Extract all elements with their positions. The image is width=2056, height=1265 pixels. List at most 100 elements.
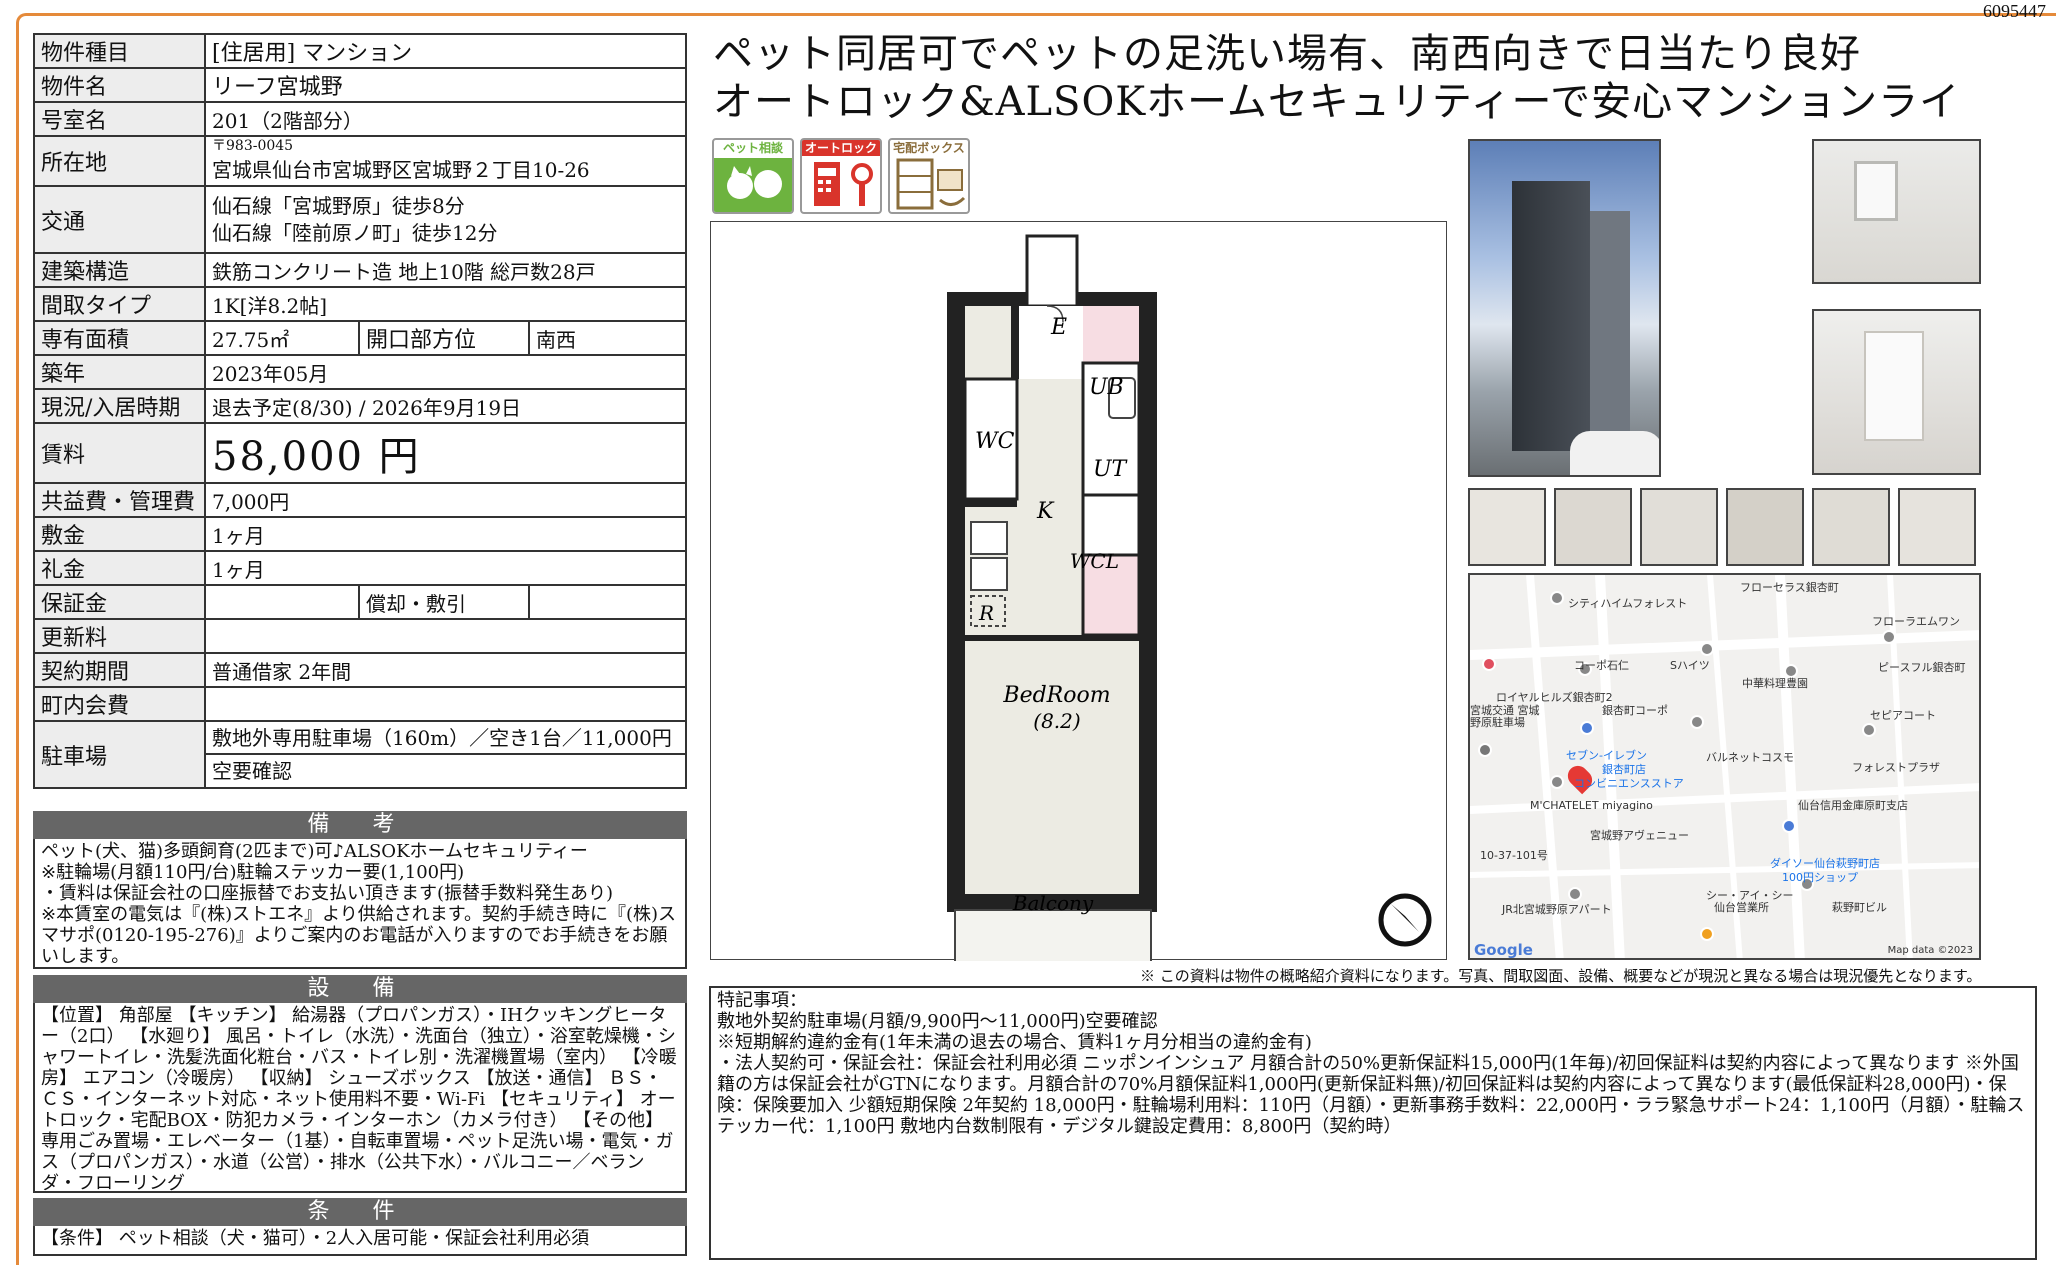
postal-code: 〒983-0045: [212, 138, 294, 154]
pet-icon: ペット相談: [712, 138, 794, 214]
north-compass-icon: [1378, 893, 1432, 947]
area-label: 専有面積: [33, 320, 206, 356]
guarantee-label: 保証金: [33, 584, 206, 620]
room-value: 201（2階部分）: [204, 101, 687, 137]
special-notes: 特記事項： 敷地外契約駐車場(月額/9,900円～11,000円)空要確認 ※短…: [709, 986, 2037, 1260]
amortization-label: 償却・敷引: [358, 584, 530, 620]
map-label: 銀杏町コーポ: [1602, 704, 1668, 717]
map-label: セピアコート: [1870, 709, 1936, 722]
renewal-label: 更新料: [33, 618, 206, 654]
map-label: コーポ石仁: [1574, 659, 1629, 672]
type-label: 物件種目: [33, 33, 206, 69]
disclaimer: ※ この資料は物件の概略紹介資料になります。写真、間取図面、設備、概要などが現況…: [1140, 967, 1982, 985]
layout-label: 間取タイプ: [33, 286, 206, 322]
status-label: 現況/入居時期: [33, 388, 206, 424]
map-label: M'CHATELET miyagino: [1530, 799, 1653, 812]
map-label: 宮城野アヴェニュー: [1590, 829, 1689, 842]
floor-plan: E WC UB UT K R WCL BedRoom (8.2) Balcony: [710, 221, 1447, 961]
type-value: [住居用] マンション: [204, 33, 687, 69]
delivery-box-icon-label: 宅配ボックス: [893, 141, 965, 155]
parking-line-1: 敷地外専用駐車場（160m）／空き1台／11,000円: [207, 723, 684, 755]
plan-label-wcl: WCL: [1070, 549, 1119, 573]
map-label: 10-37-101号: [1480, 849, 1548, 862]
headline: ペット同居可でペットの足洗い場有、南西向きで日当たり良好 オートロック&ALSO…: [713, 30, 2043, 126]
contract-label: 契約期間: [33, 652, 206, 688]
area-value: 27.75㎡: [204, 320, 360, 356]
map-label: 100円ショップ: [1782, 871, 1858, 884]
plan-label-bedroom: BedRoom: [1002, 683, 1110, 708]
thumbnail-room[interactable]: [1898, 488, 1976, 566]
plan-label-ut: UT: [1093, 457, 1129, 482]
equipment-title: 設 備: [33, 975, 687, 1003]
map-label: 仙台営業所: [1714, 901, 1769, 914]
fee-label: 共益費・管理費: [33, 482, 206, 518]
fee-value: 7,000円: [204, 482, 687, 518]
structure-value: 鉄筋コンクリート造 地上10階 総戸数28戸: [204, 252, 687, 288]
thumbnail-bathroom[interactable]: [1726, 488, 1804, 566]
plan-label-bedroom-size: (8.2): [1033, 709, 1080, 733]
room-label: 号室名: [33, 101, 206, 137]
amortization-value: [528, 584, 687, 620]
map-label: 萩野町ビル: [1832, 901, 1887, 914]
map-label: 宮城交通 宮城野原駐車場: [1470, 704, 1540, 729]
map-label: シティハイムフォレスト: [1568, 597, 1688, 610]
conditions-text: 【条件】 ペット相談（犬・猫可）・2人入居可能・保証会社利用必須: [33, 1226, 687, 1256]
document-id: 6095447: [1983, 1, 2046, 21]
community-fee-label: 町内会費: [33, 686, 206, 722]
plan-label-k: K: [1036, 499, 1055, 524]
traffic-label: 交通: [33, 185, 206, 254]
map-label: フローセラス銀杏町: [1740, 581, 1839, 594]
address-label: 所在地: [33, 135, 206, 187]
traffic-line-1: 仙石線「宮城野原」徒歩8分: [212, 193, 465, 218]
room-photo-interior: [1812, 309, 1981, 475]
map-label: 中華料理豊園: [1742, 677, 1808, 690]
map-label: ピースフル銀杏町: [1878, 661, 1966, 674]
conditions-title: 条 件: [33, 1198, 687, 1226]
delivery-box-icon: 宅配ボックス: [888, 138, 970, 214]
address-value: 宮城県仙台市宮城野区宮城野２丁目10-26: [212, 158, 590, 182]
room-photo-window: [1812, 139, 1981, 284]
parking-line-2: 空要確認: [212, 759, 292, 783]
direction-value: 南西: [528, 320, 687, 356]
plan-label-e: E: [1050, 315, 1067, 340]
name-value: リーフ宮城野: [204, 67, 687, 103]
renewal-value: [204, 618, 687, 654]
key-money-label: 礼金: [33, 550, 206, 586]
layout-value: 1K[洋8.2帖]: [204, 286, 687, 322]
thumbnail-entrance[interactable]: [1554, 488, 1632, 566]
rent-value: 58,000 円: [204, 422, 687, 484]
deposit-label: 敷金: [33, 516, 206, 552]
plan-label-r: R: [978, 601, 994, 625]
remarks-text: ペット(犬、猫)多頭飼育(2匹まで)可♪ALSOKホームセキュリティー ※駐輪場…: [33, 839, 687, 969]
location-map[interactable]: フローセラス銀杏町 シティハイムフォレスト フローラエムワン コーポ石仁 Sハイ…: [1468, 573, 1981, 960]
map-label: 仙台信用金庫原町支店: [1798, 799, 1908, 812]
built-label: 築年: [33, 354, 206, 390]
map-label: JR北宮城野原アパート: [1502, 903, 1612, 916]
map-label: フローラエムワン: [1872, 615, 1960, 628]
remarks-title: 備 考: [33, 811, 687, 839]
plan-label-balcony: Balcony: [1012, 891, 1094, 915]
thumbnail-toilet[interactable]: [1640, 488, 1718, 566]
direction-label: 開口部方位: [358, 320, 530, 356]
map-label: ロイヤルヒルズ銀杏町2: [1496, 691, 1613, 704]
name-label: 物件名: [33, 67, 206, 103]
map-label: フォレストプラザ: [1852, 761, 1940, 774]
plan-label-ub: UB: [1089, 375, 1124, 400]
autolock-icon: オートロック: [800, 138, 882, 214]
equipment-text: 【位置】 角部屋 【キッチン】 給湯器（プロパンガス）・IHクッキングヒーター（…: [33, 1003, 687, 1193]
map-label: バルネットコスモ: [1706, 751, 1794, 764]
status-value: 退去予定(8/30) / 2026年9月19日: [204, 388, 687, 424]
thumbnail-closet[interactable]: [1812, 488, 1890, 566]
rent-label: 賃料: [33, 422, 206, 484]
traffic-line-2: 仙石線「陸前原ノ町」徒歩12分: [212, 220, 498, 245]
headline-line-1: ペット同居可でペットの足洗い場有、南西向きで日当たり良好: [713, 31, 1861, 77]
plan-label-wc: WC: [975, 429, 1015, 454]
parking-label: 駐車場: [33, 720, 206, 789]
built-value: 2023年05月: [204, 354, 687, 390]
map-google-logo: Google: [1474, 941, 1533, 959]
community-fee-value: [204, 686, 687, 722]
pet-icon-label: ペット相談: [722, 141, 783, 155]
thumbnail-kitchen[interactable]: [1468, 488, 1546, 566]
headline-line-2: オートロック&ALSOKホームセキュリティーで安心マンションライ: [713, 79, 1961, 125]
structure-label: 建築構造: [33, 252, 206, 288]
